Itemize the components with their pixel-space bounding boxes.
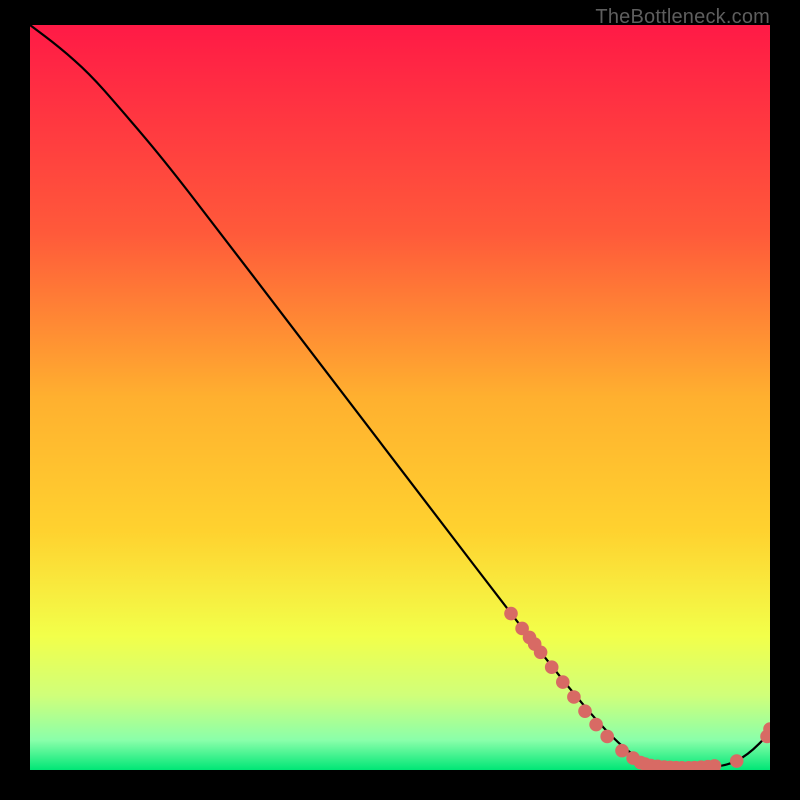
data-marker xyxy=(600,730,614,744)
watermark-text: TheBottleneck.com xyxy=(595,6,770,29)
data-marker xyxy=(545,660,559,674)
data-marker xyxy=(589,718,603,732)
data-marker xyxy=(556,675,570,689)
data-marker xyxy=(578,704,592,718)
chart-container: TheBottleneck.com xyxy=(0,0,800,800)
data-marker xyxy=(615,744,629,758)
data-marker xyxy=(730,754,744,768)
data-marker xyxy=(567,690,581,704)
data-marker xyxy=(504,607,518,621)
curve-path xyxy=(30,25,770,767)
bottleneck-curve xyxy=(30,25,770,770)
marker-group xyxy=(504,607,770,770)
data-marker xyxy=(534,645,548,659)
plot-area xyxy=(30,25,770,770)
